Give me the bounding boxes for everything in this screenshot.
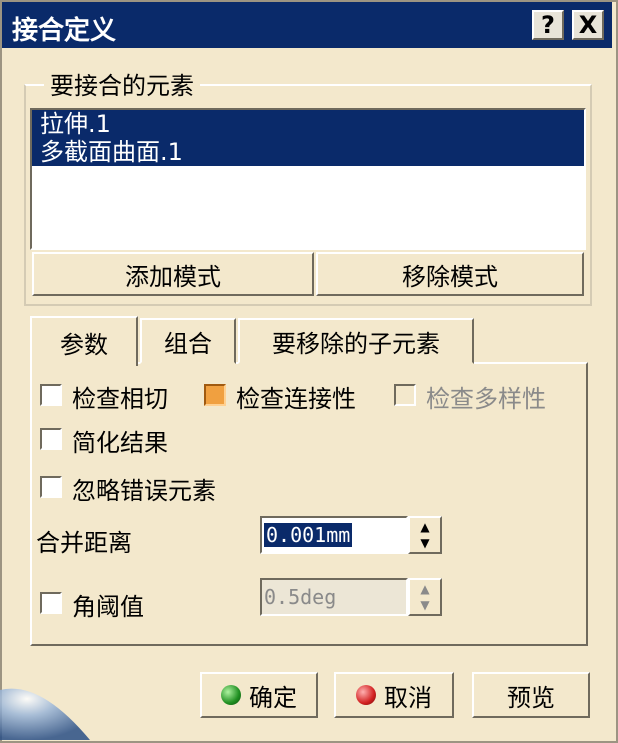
- spin-down-icon[interactable]: ▼: [414, 536, 436, 550]
- tab-combine[interactable]: 组合: [140, 318, 236, 364]
- check-tangency-checkbox[interactable]: [40, 384, 62, 406]
- angular-threshold-value: 0.5deg: [264, 585, 337, 609]
- add-mode-button[interactable]: 添加模式: [32, 252, 314, 296]
- check-connectivity-label: 检查连接性: [236, 385, 356, 413]
- preview-button[interactable]: 预览: [472, 672, 590, 718]
- ok-icon: [221, 685, 241, 705]
- elements-to-join-legend: 要接合的元素: [44, 66, 200, 101]
- merge-distance-value: 0.001mm: [264, 523, 353, 547]
- list-item[interactable]: 拉伸.1: [32, 110, 584, 138]
- cancel-icon: [356, 685, 376, 705]
- check-manifold-checkbox[interactable]: [394, 384, 416, 406]
- angular-threshold-input[interactable]: 0.5deg: [260, 578, 408, 616]
- check-manifold-label: 检查多样性: [426, 385, 546, 413]
- simplify-result-label: 简化结果: [72, 429, 168, 457]
- check-connectivity-checkbox[interactable]: [204, 384, 226, 406]
- close-button[interactable]: X: [572, 10, 604, 40]
- ignore-erroneous-label: 忽略错误元素: [72, 477, 216, 505]
- spin-down-icon[interactable]: ▼: [414, 598, 436, 612]
- simplify-result-checkbox[interactable]: [40, 428, 62, 450]
- check-tangency-label: 检查相切: [72, 385, 168, 413]
- title-bar[interactable]: 接合定义 ? X: [2, 2, 612, 48]
- spin-up-icon[interactable]: ▲: [414, 582, 436, 596]
- tab-subelements-to-remove[interactable]: 要移除的子元素: [238, 318, 474, 364]
- elements-list[interactable]: 拉伸.1 多截面曲面.1: [30, 108, 586, 250]
- ok-button[interactable]: 确定: [200, 672, 318, 718]
- remove-mode-button[interactable]: 移除模式: [316, 252, 584, 296]
- angular-threshold-checkbox[interactable]: [40, 592, 62, 614]
- angular-threshold-spinner[interactable]: ▲ ▼: [408, 578, 442, 616]
- window-title: 接合定义: [12, 16, 117, 46]
- spin-up-icon[interactable]: ▲: [414, 520, 436, 534]
- globe-decoration-icon: [0, 688, 90, 740]
- ignore-erroneous-checkbox[interactable]: [40, 476, 62, 498]
- merge-distance-spinner[interactable]: ▲ ▼: [408, 516, 442, 554]
- cancel-button[interactable]: 取消: [334, 672, 454, 718]
- tab-parameters[interactable]: 参数: [30, 316, 138, 366]
- merge-distance-label: 合并距离: [36, 529, 132, 557]
- merge-distance-input[interactable]: 0.001mm: [260, 516, 408, 554]
- help-button[interactable]: ?: [532, 10, 564, 40]
- list-item[interactable]: 多截面曲面.1: [32, 138, 584, 166]
- cancel-label: 取消: [384, 683, 432, 712]
- ok-label: 确定: [249, 683, 297, 712]
- angular-threshold-label: 角阈值: [72, 593, 144, 621]
